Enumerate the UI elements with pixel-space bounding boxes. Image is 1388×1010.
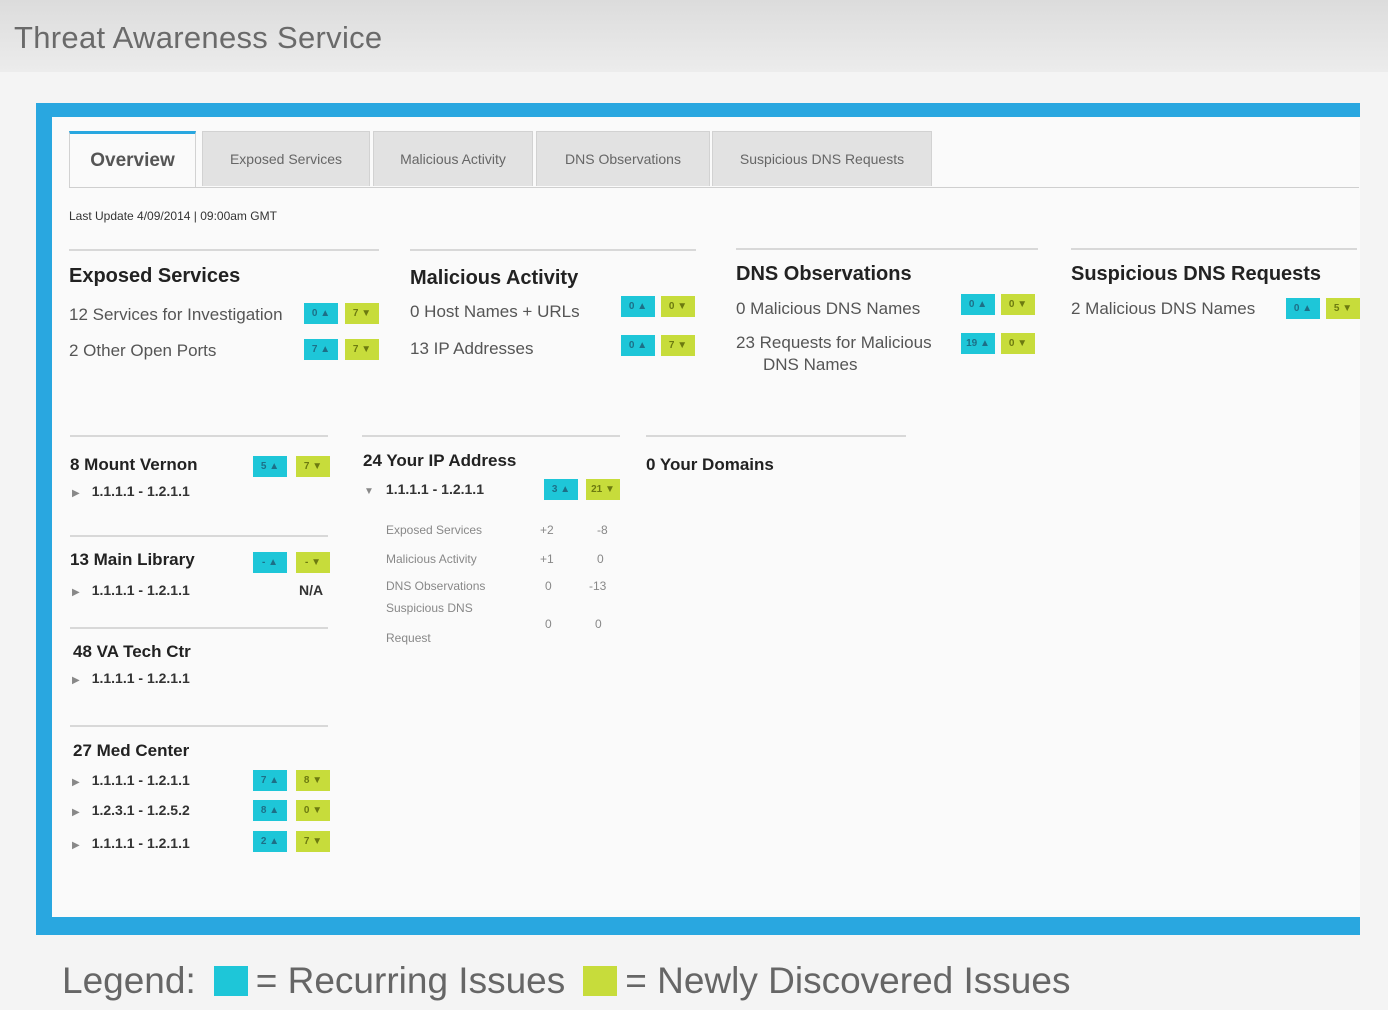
recurring-badge: 8 ▲ bbox=[253, 800, 287, 821]
recurring-badge: - ▲ bbox=[253, 552, 287, 573]
divider bbox=[410, 249, 696, 251]
expand-arrow-icon[interactable]: ▶ bbox=[72, 488, 80, 499]
malicious-dns-names-row[interactable]: 0 Malicious DNS Names bbox=[736, 299, 920, 319]
new-badge: 8 ▼ bbox=[296, 770, 330, 791]
detail-value: -13 bbox=[589, 579, 607, 593]
legend-label: Legend: bbox=[62, 960, 196, 1001]
divider bbox=[362, 435, 620, 437]
detail-label: DNS Observations bbox=[386, 579, 486, 593]
your-ip-address-title[interactable]: 24 Your IP Address bbox=[363, 451, 516, 471]
new-badge: 7 ▼ bbox=[296, 831, 330, 852]
expand-arrow-icon[interactable]: ▶ bbox=[72, 777, 80, 788]
suspicious-dns-title: Suspicious DNS Requests bbox=[1071, 263, 1322, 285]
recurring-badge: 0 ▲ bbox=[621, 335, 655, 356]
site-va-tech-title[interactable]: 48 VA Tech Ctr bbox=[73, 642, 191, 662]
new-badge: 7 ▼ bbox=[345, 339, 379, 360]
exposed-services-title: Exposed Services bbox=[69, 265, 241, 287]
detail-value: +1 bbox=[540, 552, 554, 566]
tab-dns-observations[interactable]: DNS Observations bbox=[536, 131, 710, 186]
recurring-badge: 0 ▲ bbox=[621, 296, 655, 317]
ip-range-row[interactable]: ▶ 1.1.1.1 - 1.2.1.1 bbox=[72, 772, 190, 788]
divider bbox=[69, 249, 379, 251]
suspicious-malicious-dns-row[interactable]: 2 Malicious DNS Names bbox=[1071, 299, 1255, 319]
title-bar: Threat Awareness Service bbox=[0, 0, 1388, 72]
new-badge: 0 ▼ bbox=[1001, 294, 1035, 315]
expand-arrow-icon[interactable]: ▶ bbox=[72, 587, 80, 598]
ip-range-row[interactable]: ▶ 1.1.1.1 - 1.2.1.1 bbox=[72, 582, 190, 598]
legend-new: = Newly Discovered Issues bbox=[625, 960, 1071, 1001]
legend-recurring: = Recurring Issues bbox=[255, 960, 566, 1001]
new-badge: 21 ▼ bbox=[586, 479, 620, 500]
recurring-badge: 2 ▲ bbox=[253, 831, 287, 852]
requests-malicious-dns-row-cont: DNS Names bbox=[763, 355, 858, 374]
ip-range-row[interactable]: ▶ 1.1.1.1 - 1.2.1.1 bbox=[72, 835, 190, 851]
new-badge: 0 ▼ bbox=[661, 296, 695, 317]
recurring-badge: 0 ▲ bbox=[1286, 298, 1320, 319]
new-badge: 7 ▼ bbox=[296, 456, 330, 477]
tab-exposed-services[interactable]: Exposed Services bbox=[202, 131, 370, 186]
new-badge: 0 ▼ bbox=[296, 800, 330, 821]
recurring-badge: 5 ▲ bbox=[253, 456, 287, 477]
ip-addresses-row[interactable]: 13 IP Addresses bbox=[410, 339, 534, 359]
new-badge: 5 ▼ bbox=[1326, 298, 1360, 319]
detail-value: 0 bbox=[597, 552, 604, 566]
divider bbox=[70, 535, 328, 537]
collapse-arrow-icon[interactable]: ▼ bbox=[364, 486, 374, 497]
other-open-ports-row[interactable]: 2 Other Open Ports bbox=[69, 341, 216, 361]
last-update: Last Update 4/09/2014 | 09:00am GMT bbox=[69, 209, 277, 223]
tabs-divider bbox=[69, 187, 1359, 188]
new-badge: - ▼ bbox=[296, 552, 330, 573]
divider bbox=[70, 435, 328, 437]
ip-range-row[interactable]: ▶ 1.2.3.1 - 1.2.5.2 bbox=[72, 802, 190, 818]
detail-value: 0 bbox=[545, 617, 552, 631]
app-title: Threat Awareness Service bbox=[14, 20, 383, 55]
detail-label: Malicious Activity bbox=[386, 552, 477, 566]
tab-malicious-activity[interactable]: Malicious Activity bbox=[373, 131, 533, 186]
na-label: N/A bbox=[299, 582, 324, 598]
dns-observations-title: DNS Observations bbox=[736, 263, 912, 285]
recurring-badge: 7 ▲ bbox=[304, 339, 338, 360]
detail-value: 0 bbox=[545, 579, 552, 593]
site-med-center-title[interactable]: 27 Med Center bbox=[73, 741, 189, 761]
expand-arrow-icon[interactable]: ▶ bbox=[72, 840, 80, 851]
divider bbox=[70, 627, 328, 629]
recurring-badge: 3 ▲ bbox=[544, 479, 578, 500]
new-badge: 7 ▼ bbox=[345, 303, 379, 324]
detail-label: Exposed Services bbox=[386, 523, 483, 537]
recurring-badge: 19 ▲ bbox=[961, 333, 995, 354]
host-names-row[interactable]: 0 Host Names + URLs bbox=[410, 302, 580, 322]
divider bbox=[736, 248, 1038, 250]
detail-label-cont: Request bbox=[386, 631, 431, 645]
divider bbox=[1071, 248, 1357, 250]
expand-arrow-icon[interactable]: ▶ bbox=[72, 807, 80, 818]
exposed-services-row[interactable]: 12 Services for Investigation bbox=[69, 305, 283, 325]
recurring-swatch bbox=[213, 966, 248, 996]
requests-malicious-dns-row[interactable]: 23 Requests for Malicious bbox=[736, 333, 932, 353]
detail-value: -8 bbox=[597, 523, 608, 537]
ip-range-row[interactable]: ▶ 1.1.1.1 - 1.2.1.1 bbox=[72, 483, 190, 499]
new-badge: 7 ▼ bbox=[661, 335, 695, 356]
legend: Legend: = Recurring Issues = Newly Disco… bbox=[62, 960, 1070, 1002]
recurring-badge: 7 ▲ bbox=[253, 770, 287, 791]
expand-arrow-icon[interactable]: ▶ bbox=[72, 675, 80, 686]
detail-value: 0 bbox=[595, 617, 602, 631]
your-domains-title[interactable]: 0 Your Domains bbox=[646, 455, 774, 475]
tab-suspicious-dns-requests[interactable]: Suspicious DNS Requests bbox=[712, 131, 932, 186]
detail-label: Suspicious DNS bbox=[386, 601, 473, 615]
ip-range-row-expanded[interactable]: ▼ 1.1.1.1 - 1.2.1.1 bbox=[364, 481, 484, 497]
recurring-badge: 0 ▲ bbox=[304, 303, 338, 324]
new-swatch bbox=[583, 966, 618, 996]
site-main-library-title[interactable]: 13 Main Library bbox=[70, 550, 195, 570]
dashboard-panel: Overview Exposed Services Malicious Acti… bbox=[52, 117, 1360, 917]
recurring-badge: 0 ▲ bbox=[961, 294, 995, 315]
ip-range-row[interactable]: ▶ 1.1.1.1 - 1.2.1.1 bbox=[72, 670, 190, 686]
dashboard-frame: Overview Exposed Services Malicious Acti… bbox=[36, 103, 1360, 935]
malicious-activity-title: Malicious Activity bbox=[410, 267, 579, 289]
site-mount-vernon-title[interactable]: 8 Mount Vernon bbox=[70, 455, 198, 475]
new-badge: 0 ▼ bbox=[1001, 333, 1035, 354]
tab-overview[interactable]: Overview bbox=[69, 131, 196, 188]
divider bbox=[70, 725, 328, 727]
detail-value: +2 bbox=[540, 523, 554, 537]
divider bbox=[646, 435, 906, 437]
